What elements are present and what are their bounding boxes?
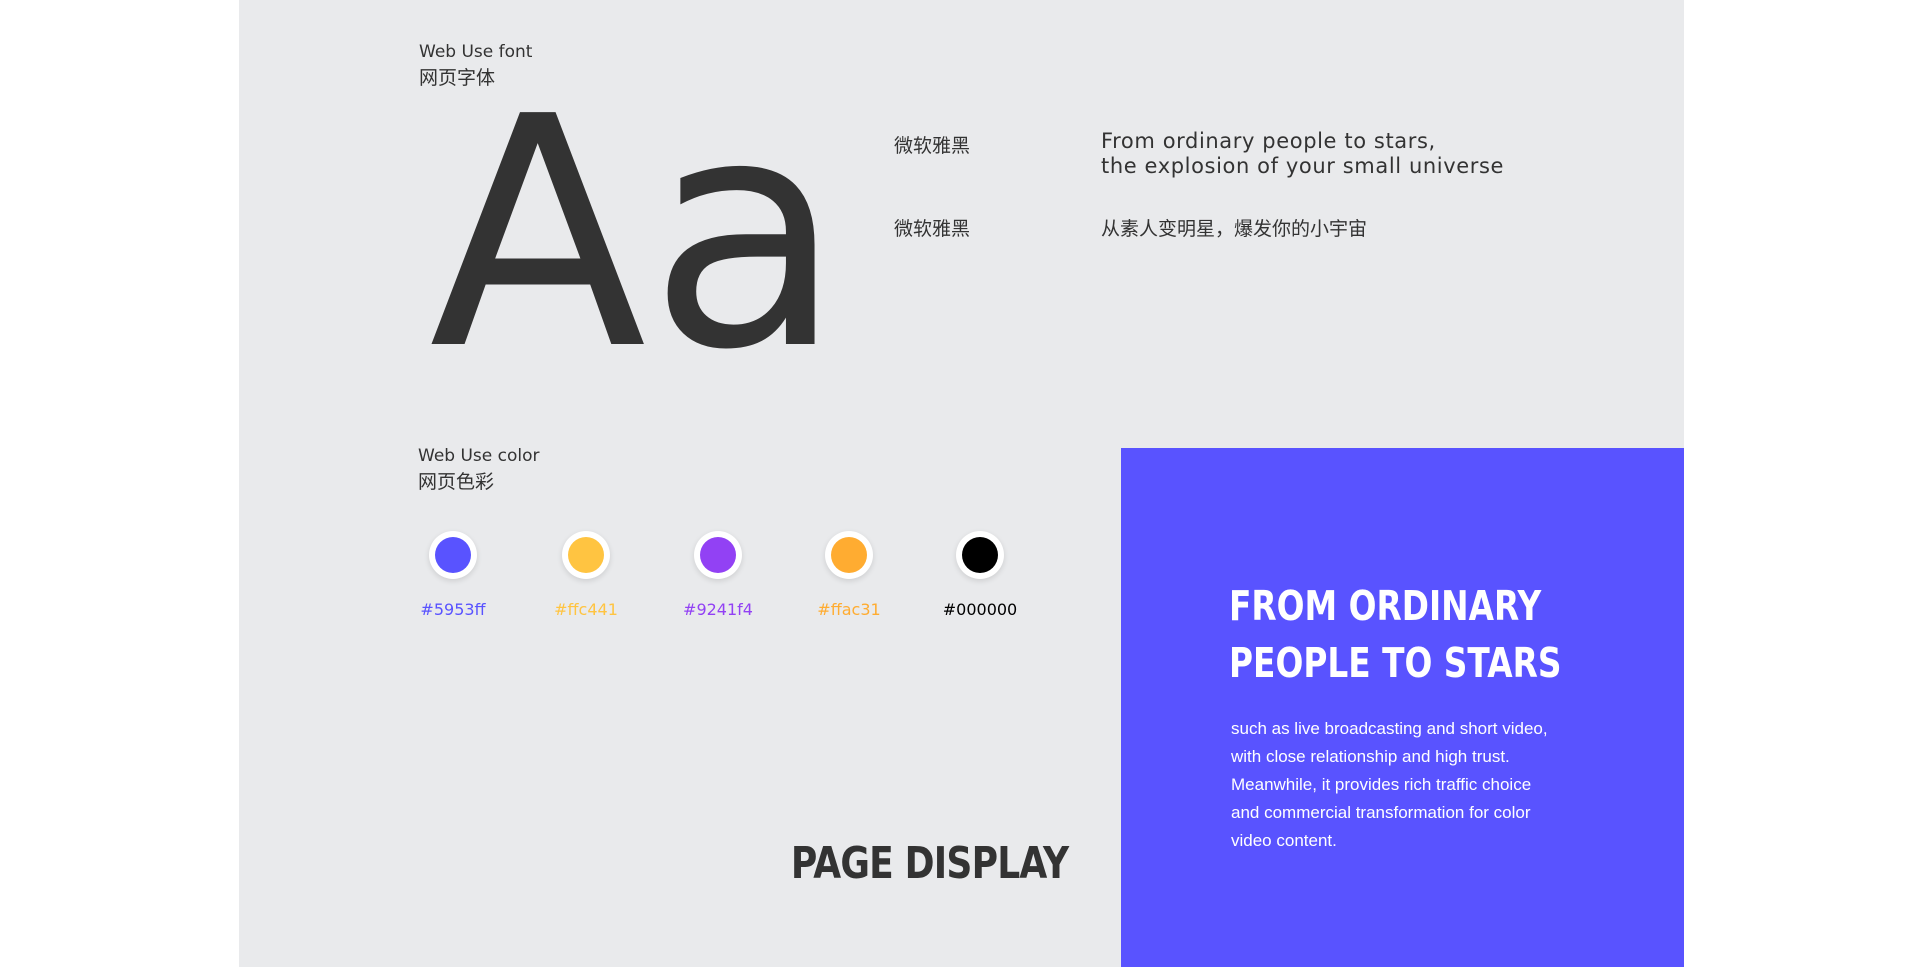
font-sample-chinese: 从素人变明星，爆发你的小宇宙 xyxy=(1101,218,1368,240)
color-section-title-en: Web Use color xyxy=(418,446,540,466)
promo-title: FROM ORDINARY PEOPLE TO STARS xyxy=(1229,578,1561,692)
color-dot xyxy=(831,537,867,573)
promo-description-line: such as live broadcasting and short vide… xyxy=(1231,719,1548,738)
promo-description: such as live broadcasting and short vide… xyxy=(1231,715,1631,855)
color-swatch-orange xyxy=(825,531,873,579)
promo-description-line: and commercial transformation for color xyxy=(1231,803,1531,822)
color-dot xyxy=(962,537,998,573)
font-sample-line: From ordinary people to stars, xyxy=(1101,129,1436,153)
color-swatch-purple xyxy=(694,531,742,579)
color-hex-label: #ffac31 xyxy=(817,600,881,619)
color-hex-label: #9241f4 xyxy=(683,600,753,619)
promo-description-line: video content. xyxy=(1231,831,1337,850)
font-name-label: 微软雅黑 xyxy=(894,135,971,157)
color-hex-label: #ffc441 xyxy=(554,600,618,619)
color-swatch-black xyxy=(956,531,1004,579)
color-hex-label: #000000 xyxy=(942,600,1018,619)
color-swatch-yellow xyxy=(562,531,610,579)
style-guide-canvas: Web Use font 网页字体 Aa 微软雅黑 From ordinary … xyxy=(239,0,1684,967)
promo-title-line: PEOPLE TO STARS xyxy=(1229,639,1562,687)
color-dot xyxy=(568,537,604,573)
color-dot xyxy=(700,537,736,573)
color-swatch-blue xyxy=(429,531,477,579)
promo-panel: FROM ORDINARY PEOPLE TO STARS such as li… xyxy=(1121,448,1684,967)
font-sample-english: From ordinary people to stars, the explo… xyxy=(1101,129,1504,179)
color-section-title-cn: 网页色彩 xyxy=(418,471,495,493)
color-hex-label: #5953ff xyxy=(420,600,486,619)
promo-description-line: with close relationship and high trust. xyxy=(1231,747,1510,766)
page-display-heading: PAGE DISPLAY xyxy=(790,838,1069,889)
color-dot xyxy=(435,537,471,573)
promo-description-line: Meanwhile, it provides rich traffic choi… xyxy=(1231,775,1532,794)
font-sample-line: the explosion of your small universe xyxy=(1101,154,1505,178)
font-name-label: 微软雅黑 xyxy=(894,218,971,240)
promo-title-line: FROM ORDINARY xyxy=(1229,582,1542,630)
font-sample-glyphs: Aa xyxy=(429,49,846,419)
